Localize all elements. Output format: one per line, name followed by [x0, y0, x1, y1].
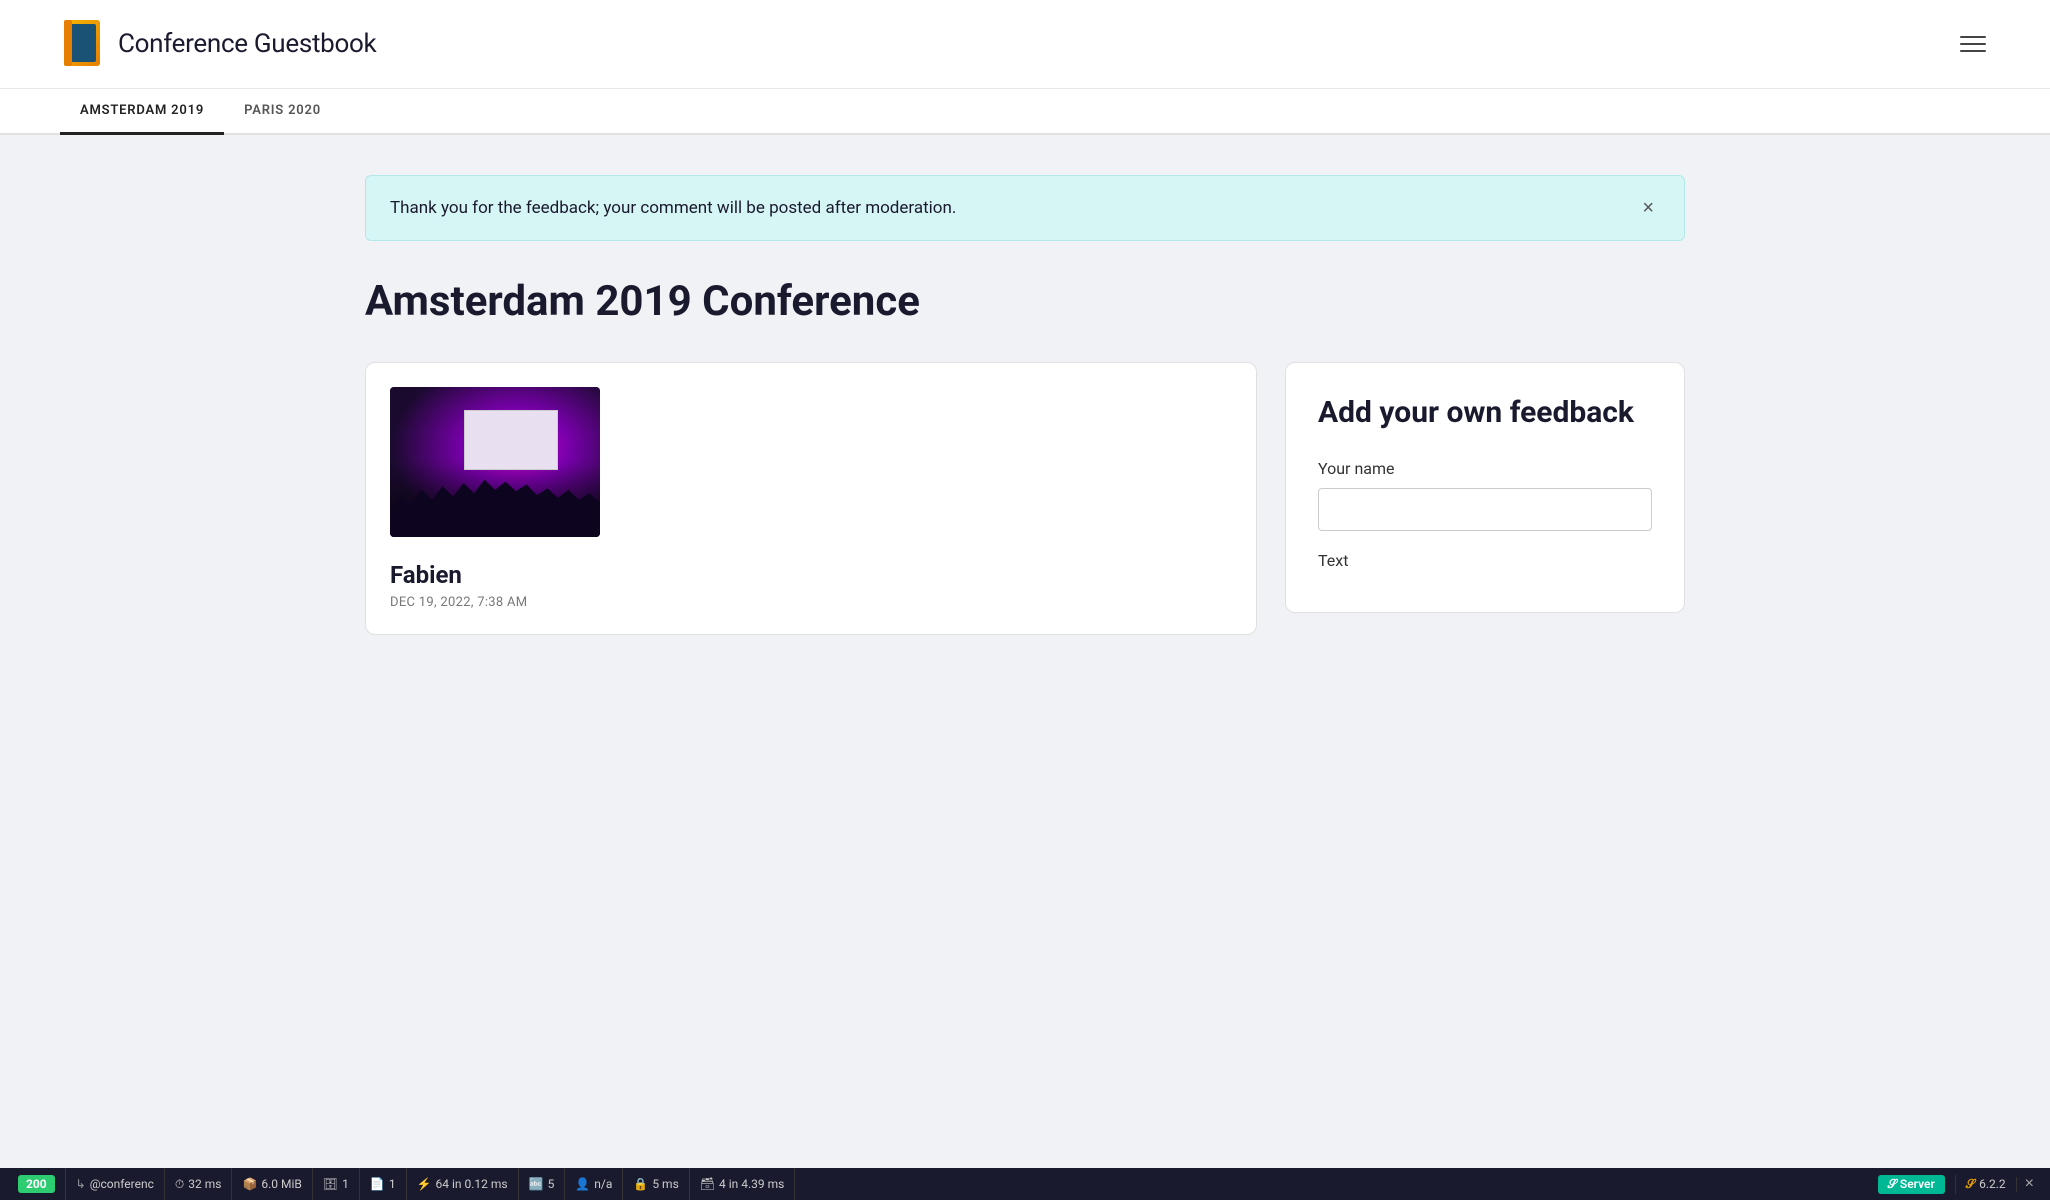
- status-translations: 🔤 5: [519, 1168, 566, 1200]
- status-events: ⚡ 64 in 0.12 ms: [407, 1168, 519, 1200]
- app-logo-icon: [60, 18, 104, 70]
- route-icon: ↳: [76, 1177, 86, 1191]
- hamburger-line-3: [1960, 50, 1986, 52]
- events-label: 64 in 0.12 ms: [436, 1177, 508, 1191]
- user-icon: 👤: [575, 1177, 590, 1191]
- queries-label: 4 in 4.39 ms: [719, 1177, 784, 1191]
- hamburger-line-1: [1960, 36, 1986, 38]
- text-label: Text: [1318, 551, 1652, 570]
- name-label: Your name: [1318, 459, 1652, 478]
- tab-amsterdam[interactable]: AMSTERDAM 2019: [60, 89, 224, 135]
- status-server: 𝒮 Server: [1868, 1175, 1956, 1194]
- status-user: 👤 n/a: [565, 1168, 623, 1200]
- db-count: 1: [342, 1177, 349, 1191]
- server-badge: 𝒮 Server: [1878, 1175, 1945, 1194]
- status-http-code: 200: [8, 1168, 66, 1200]
- version-label: 6.2.2: [1979, 1177, 2006, 1191]
- http-code-badge: 200: [18, 1175, 55, 1193]
- status-time: ⏱ 32 ms: [165, 1168, 233, 1200]
- commenter-name: Fabien: [390, 561, 1232, 589]
- memory-icon: 📦: [242, 1177, 257, 1191]
- status-version: 𝒮 6.2.2: [1956, 1177, 2017, 1192]
- conference-image: [390, 387, 600, 537]
- tab-paris[interactable]: PARIS 2020: [224, 89, 341, 135]
- hamburger-line-2: [1960, 43, 1986, 45]
- feedback-form-card: Add your own feedback Your name Text: [1285, 362, 1685, 613]
- header-logo-area: Conference Guestbook: [60, 18, 376, 70]
- queries-icon: 🗃: [700, 1177, 715, 1191]
- status-file: 📄 1: [360, 1168, 407, 1200]
- file-count: 1: [389, 1177, 396, 1191]
- user-label: n/a: [594, 1177, 612, 1191]
- security-label: 5 ms: [652, 1177, 678, 1191]
- status-bar-right: 𝒮 Server 𝒮 6.2.2 ×: [1868, 1175, 2042, 1194]
- status-memory: 📦 6.0 MiB: [232, 1168, 312, 1200]
- translations-icon: 🔤: [529, 1177, 544, 1191]
- comment-card: Fabien DEC 19, 2022, 7:38 AM: [365, 362, 1257, 635]
- status-db: 🗄 1: [313, 1168, 360, 1200]
- menu-button[interactable]: [1956, 32, 1990, 56]
- time-label: 32 ms: [188, 1177, 221, 1191]
- sf-logo-small: 𝒮: [1888, 1177, 1897, 1191]
- db-icon: 🗄: [323, 1177, 338, 1191]
- comment-date: DEC 19, 2022, 7:38 AM: [390, 595, 1232, 610]
- comment-body: Fabien DEC 19, 2022, 7:38 AM: [366, 537, 1256, 634]
- status-queries: 🗃 4 in 4.39 ms: [690, 1168, 796, 1200]
- content-grid: Fabien DEC 19, 2022, 7:38 AM Add your ow…: [365, 362, 1685, 635]
- status-route: ↳ @conferenc: [66, 1168, 165, 1200]
- events-icon: ⚡: [417, 1177, 432, 1191]
- main-content: Thank you for the feedback; your comment…: [305, 135, 1745, 1168]
- file-icon: 📄: [370, 1177, 385, 1191]
- stage-screen: [464, 410, 559, 470]
- app-header: Conference Guestbook: [0, 0, 2050, 89]
- sf-version-logo: 𝒮: [1966, 1177, 1975, 1192]
- status-bar: 200 ↳ @conferenc ⏱ 32 ms 📦 6.0 MiB 🗄 1 📄…: [0, 1168, 2050, 1200]
- translations-count: 5: [548, 1177, 555, 1191]
- status-security: 🔒 5 ms: [623, 1168, 689, 1200]
- alert-message: Thank you for the feedback; your comment…: [390, 198, 956, 218]
- alert-close-button[interactable]: ×: [1636, 196, 1660, 220]
- security-icon: 🔒: [633, 1177, 648, 1191]
- route-label: @conferenc: [90, 1177, 154, 1191]
- time-icon: ⏱: [175, 1177, 184, 1192]
- name-input[interactable]: [1318, 488, 1652, 531]
- memory-label: 6.0 MiB: [261, 1177, 302, 1191]
- nav-tabs: AMSTERDAM 2019 PARIS 2020: [0, 89, 2050, 135]
- app-title: Conference Guestbook: [118, 29, 376, 59]
- alert-banner: Thank you for the feedback; your comment…: [365, 175, 1685, 241]
- status-bar-close-button[interactable]: ×: [2017, 1175, 2042, 1193]
- audience-silhouette: [390, 470, 600, 538]
- feedback-form-title: Add your own feedback: [1318, 395, 1652, 431]
- page-title: Amsterdam 2019 Conference: [365, 277, 1685, 326]
